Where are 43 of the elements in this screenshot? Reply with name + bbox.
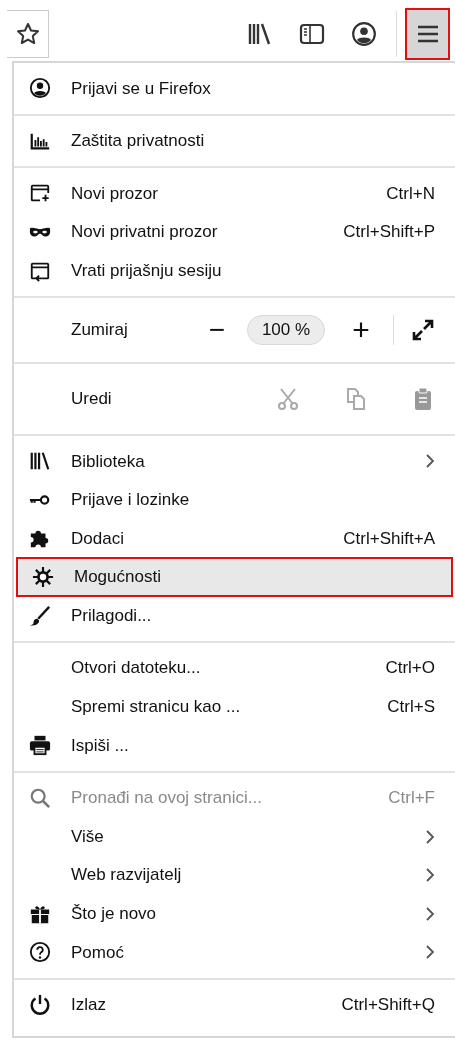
menu-item[interactable]: Novi privatni prozor Ctrl+Shift+P [14,212,455,252]
menu-item[interactable]: Web razvijatelj [14,855,455,895]
menu-item[interactable]: Pomoć [14,933,455,972]
search-icon [29,787,51,809]
zoom-label: Zumiraj [71,319,129,342]
gear-icon [32,566,54,589]
shortcut-text: Ctrl+O [385,657,435,680]
bookmark-star-button[interactable] [7,10,49,58]
shortcut-text: Ctrl+N [386,182,435,205]
menu-item[interactable]: Prijave i lozinke [14,480,455,520]
menu-item[interactable]: Otvori datoteku... Ctrl+O [14,648,455,688]
menu-item[interactable]: Više [14,817,455,856]
menu-item[interactable]: Dodaci Ctrl+Shift+A [14,519,455,558]
shortcut-text: Ctrl+S [387,696,435,719]
menu-item[interactable]: Ispiši ... [14,726,455,765]
shortcut-text: Ctrl+Shift+Q [341,994,435,1017]
brush-icon [29,604,51,627]
power-icon [29,994,51,1016]
shortcut-text: Ctrl+Shift+A [343,527,435,550]
menu-item[interactable]: Prijavi se u Firefox [14,69,455,108]
menu-item[interactable]: Izlaz Ctrl+Shift+Q [14,985,455,1025]
menu-icon [416,24,439,44]
zoom-reset-button[interactable]: 100 % [247,314,325,345]
menu-item[interactable]: Spremi stranicu kao ... Ctrl+S [14,687,455,727]
menu-item[interactable]: Biblioteka [14,441,455,481]
zoom-out-button[interactable]: − [199,315,235,344]
fullscreen-button[interactable] [411,317,435,342]
menu-item[interactable]: Što je novo [14,894,455,934]
menu-item[interactable]: Vrati prijašnju sesiju [14,251,455,290]
account-icon [29,77,51,100]
menu-item[interactable]: Zaštita privatnosti [14,121,455,161]
menu-item[interactable]: Mogućnosti [17,557,452,597]
printer-icon [29,734,51,757]
shortcut-text: Ctrl+F [388,787,435,810]
menu-item[interactable]: Prilagodi... [14,596,455,635]
paste-button[interactable] [413,386,433,411]
edit-label: Uredi [71,388,113,411]
star-icon [15,22,40,46]
zoom-in-button[interactable]: + [343,314,379,345]
menu-button[interactable] [405,8,450,60]
shortcut-text: Ctrl+Shift+P [343,221,435,244]
menu-item[interactable]: Novi prozor Ctrl+N [14,174,455,213]
help-icon [29,941,51,964]
